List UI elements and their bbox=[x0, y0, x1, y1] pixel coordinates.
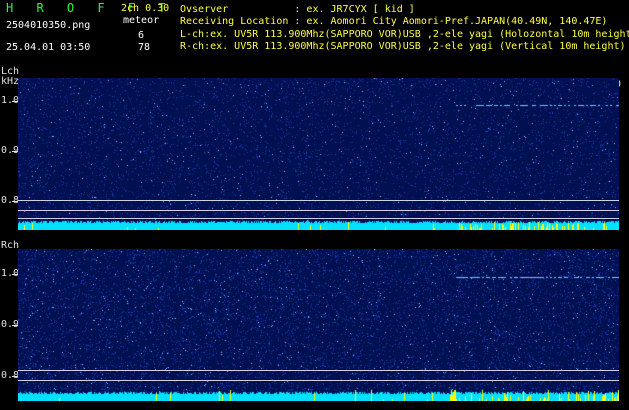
filename: 2504010350.png bbox=[6, 20, 91, 31]
lch-guide-line bbox=[18, 210, 619, 211]
rch-guide-line bbox=[18, 380, 619, 381]
rch-info: R-ch:ex. UV5R 113.900Mhz(SAPPORO VOR)USB… bbox=[180, 41, 626, 52]
rch-spectrogram bbox=[18, 249, 619, 401]
rch-meteor-count: 78 bbox=[138, 42, 151, 53]
location-info: Receiving Location : ex. Aomori City Aom… bbox=[180, 16, 608, 27]
rch-label: Rch bbox=[1, 240, 20, 251]
lch-guide-line bbox=[18, 218, 619, 219]
rch-guide-line bbox=[18, 370, 619, 371]
lch-guide-line bbox=[18, 200, 619, 201]
mode-label: 2ch 0.30 bbox=[121, 3, 170, 14]
lch-spectrogram bbox=[18, 78, 619, 230]
lch-info: L-ch:ex. UV5R 113.900Mhz(SAPPORO VOR)USB… bbox=[180, 29, 629, 40]
datetime: 25.04.01 03:50 bbox=[6, 42, 91, 53]
lch-spectrogram-canvas bbox=[18, 78, 619, 230]
meteor-count-label: meteor bbox=[123, 15, 160, 26]
lch-meteor-count: 6 bbox=[138, 30, 145, 41]
observer-info: Ovserver : ex. JR7CYX [ kid ] bbox=[180, 4, 415, 15]
rch-spectrogram-canvas bbox=[18, 249, 619, 401]
lch-unit: kHz bbox=[1, 76, 20, 87]
